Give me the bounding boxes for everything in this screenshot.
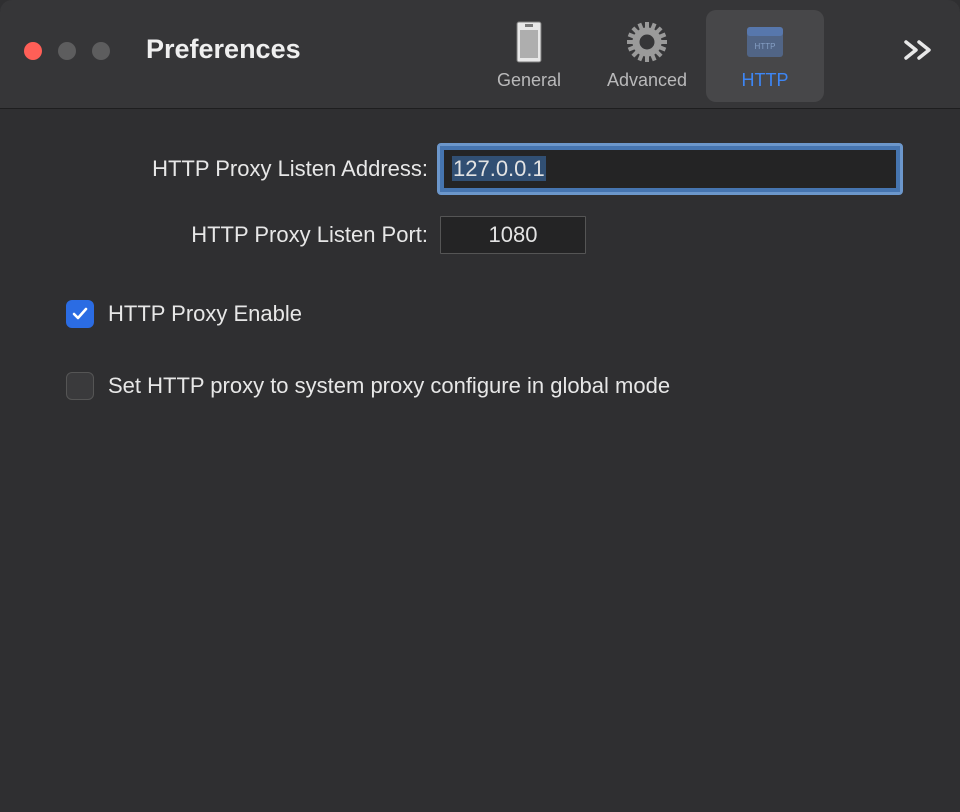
enable-checkbox-row: HTTP Proxy Enable <box>66 300 900 328</box>
tab-http-label: HTTP <box>742 70 789 91</box>
titlebar: Preferences General <box>0 0 960 108</box>
close-window-button[interactable] <box>24 42 42 60</box>
system-proxy-label: Set HTTP proxy to system proxy configure… <box>108 373 670 399</box>
toolbar-tabs: General <box>470 10 824 102</box>
window-controls <box>24 0 110 60</box>
address-input[interactable]: 127.0.0.1 <box>440 146 900 192</box>
content-panel: HTTP Proxy Listen Address: 127.0.0.1 HTT… <box>0 108 960 438</box>
http-proxy-enable-checkbox[interactable] <box>66 300 94 328</box>
svg-text:HTTP: HTTP <box>755 42 776 51</box>
window-title: Preferences <box>146 0 301 65</box>
port-label: HTTP Proxy Listen Port: <box>60 222 440 248</box>
tab-general-label: General <box>497 70 561 91</box>
minimize-window-button[interactable] <box>58 42 76 60</box>
general-icon <box>507 20 551 64</box>
tab-http[interactable]: HTTP HTTP <box>706 10 824 102</box>
port-input[interactable]: 1080 <box>440 216 586 254</box>
check-icon <box>71 305 89 323</box>
http-icon: HTTP <box>743 20 787 64</box>
tab-advanced-label: Advanced <box>607 70 687 91</box>
http-proxy-enable-label: HTTP Proxy Enable <box>108 301 302 327</box>
gear-icon <box>625 20 669 64</box>
system-proxy-checkbox[interactable] <box>66 372 94 400</box>
tab-general[interactable]: General <box>470 10 588 102</box>
address-label: HTTP Proxy Listen Address: <box>60 156 440 182</box>
tab-advanced[interactable]: Advanced <box>588 10 706 102</box>
overflow-menu-button[interactable] <box>902 36 934 69</box>
address-row: HTTP Proxy Listen Address: 127.0.0.1 <box>60 146 900 192</box>
system-proxy-checkbox-row: Set HTTP proxy to system proxy configure… <box>66 372 900 400</box>
port-row: HTTP Proxy Listen Port: 1080 <box>60 216 900 254</box>
maximize-window-button[interactable] <box>92 42 110 60</box>
